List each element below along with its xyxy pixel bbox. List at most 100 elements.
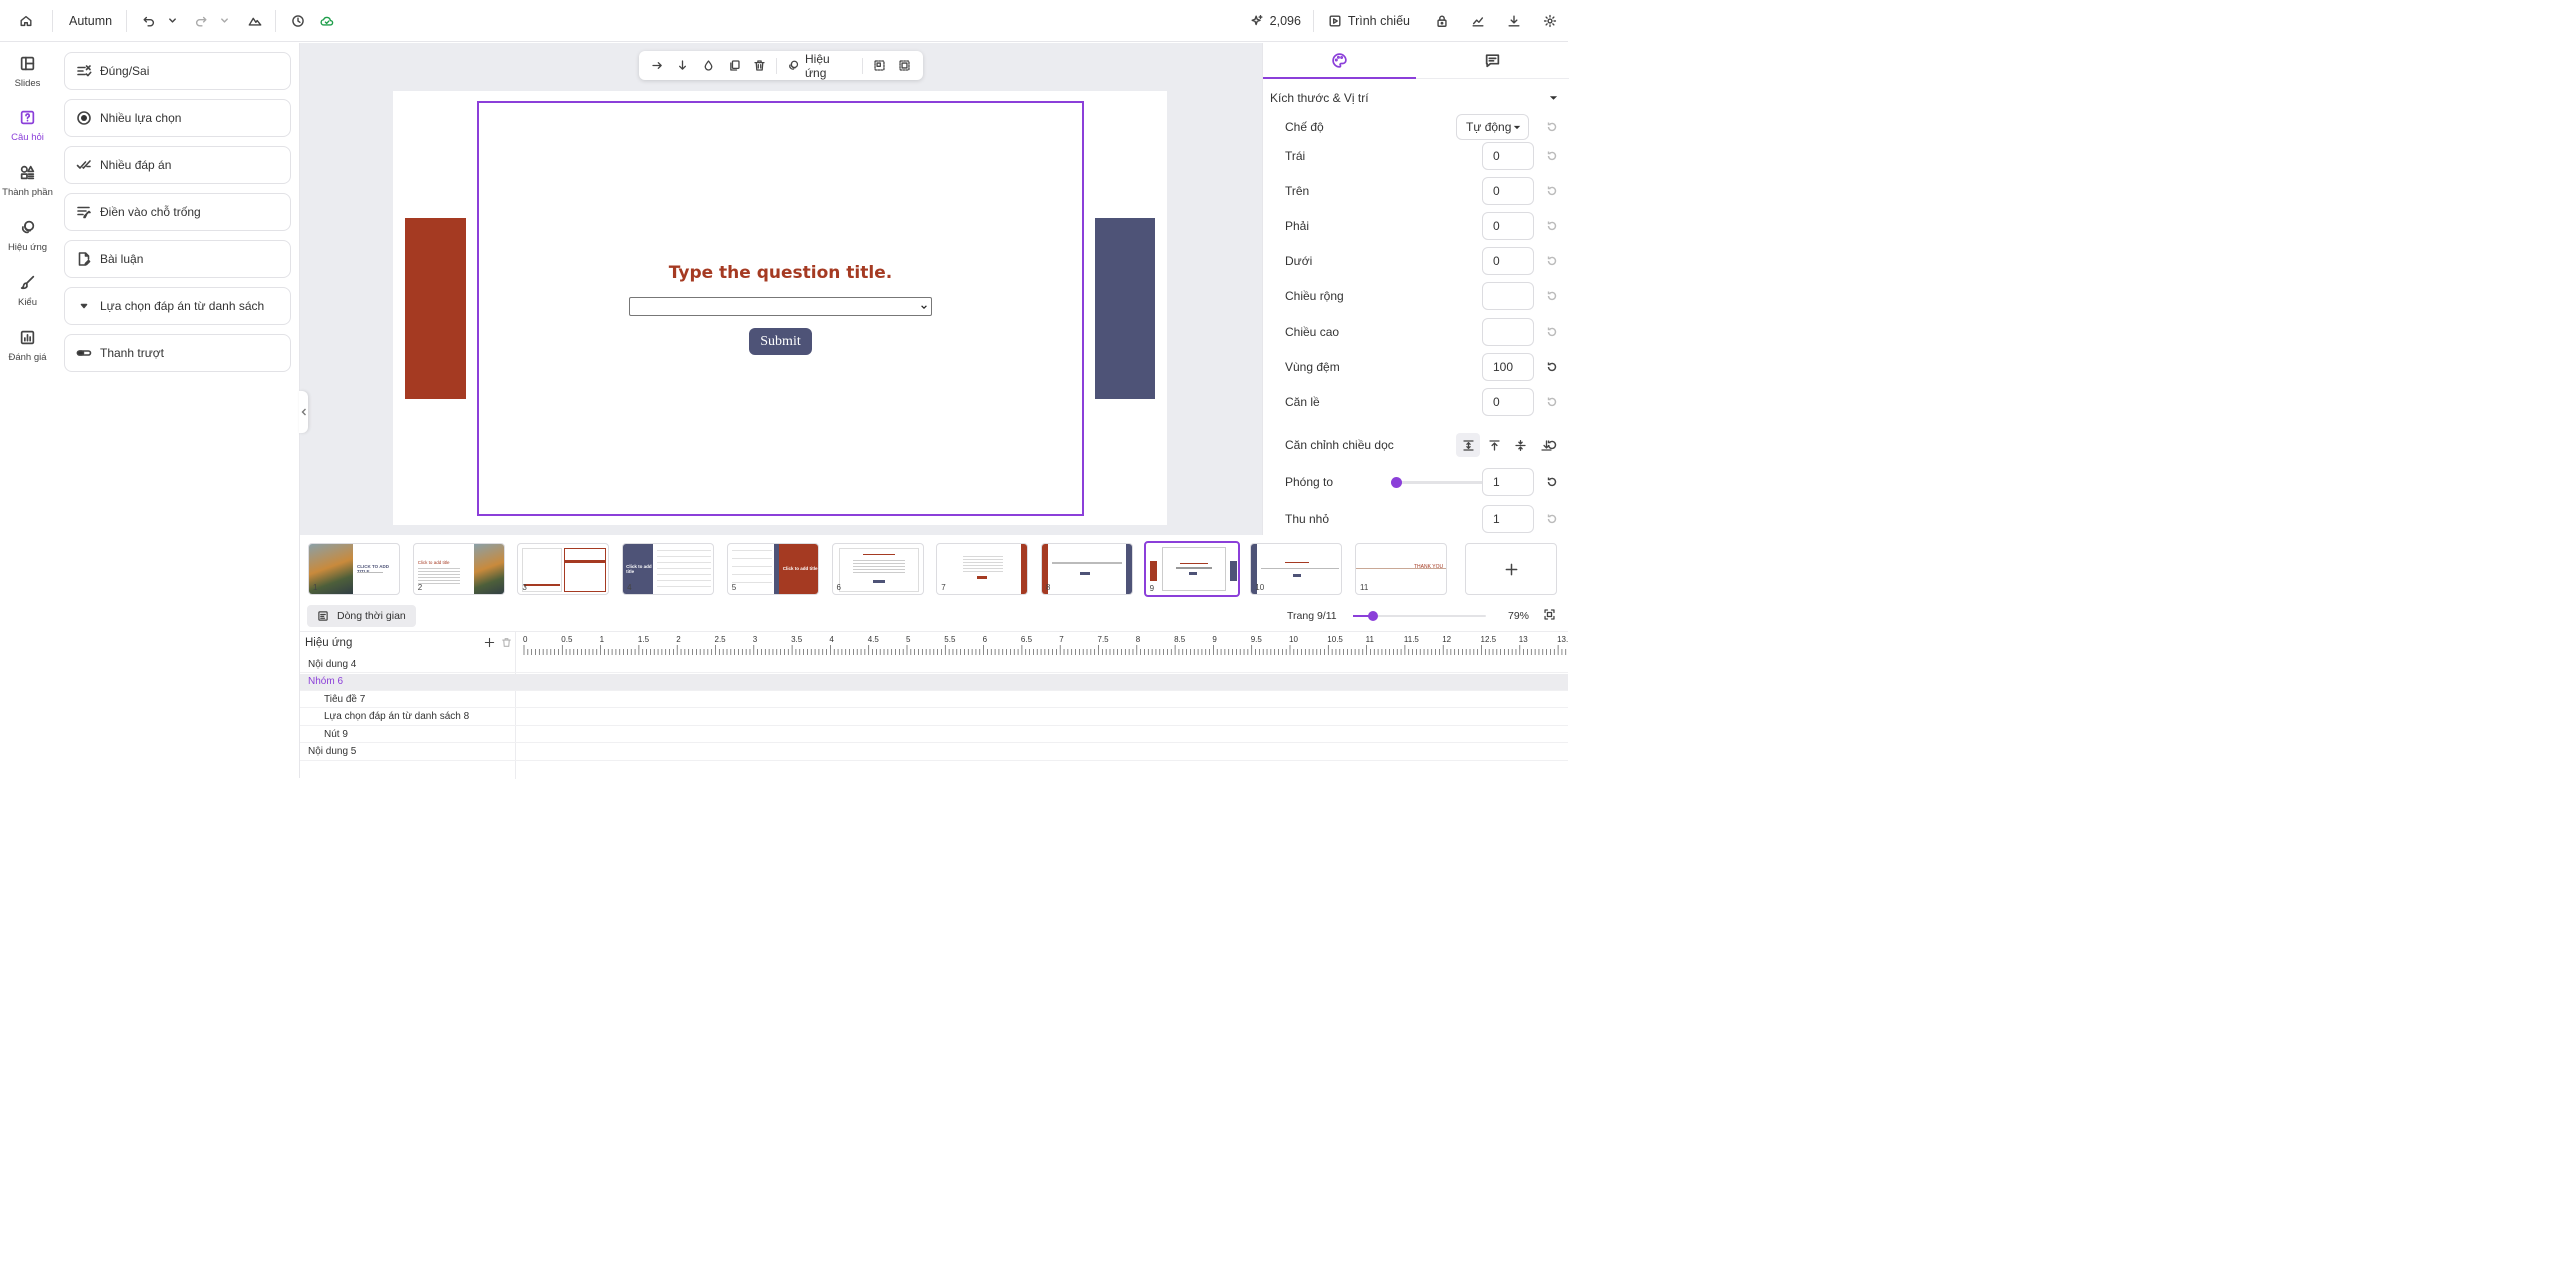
height-input[interactable] [1482,318,1534,346]
add-slide-button[interactable] [1465,543,1557,595]
history-button[interactable] [276,0,320,42]
rail-item-components[interactable]: Thành phần [0,164,55,198]
question-type-essay[interactable]: Bài luận [64,240,291,278]
settings-button[interactable] [1532,0,1568,42]
slide-thumbnail[interactable]: 9 [1143,541,1240,597]
reset-icon[interactable] [1546,326,1558,338]
duplicate-button[interactable] [722,54,747,78]
reset-icon[interactable] [1546,439,1558,451]
slide-thumbnail[interactable]: 3 [517,543,610,595]
reset-icon[interactable] [1546,396,1558,408]
valign-center-button[interactable] [1508,433,1532,457]
question-type-slider[interactable]: Thanh trượt [64,334,291,372]
right-accent-bar[interactable] [1095,218,1155,399]
present-button[interactable]: Trình chiếu [1314,0,1424,42]
time-ruler[interactable]: 0 0.5 1 1.5 2 2.5 3 3.5 4 4.5 5 5.5 6 6.5 7 7.5 8 8.5 9 9.5… [516,632,1568,656]
question-title[interactable]: Type the question title. [479,263,1082,283]
bottom-input[interactable]: 0 [1482,247,1534,275]
question-type-fill-blank[interactable]: Điền vào chỗ trống [64,193,291,231]
send-backward-button[interactable] [670,54,695,78]
download-button[interactable] [1496,0,1532,42]
right-input[interactable]: 0 [1482,212,1534,240]
left-accent-bar[interactable] [405,218,466,399]
slide-thumbnail[interactable]: 6 [831,543,924,595]
rail-item-questions[interactable]: Câu hỏi [0,109,55,143]
tab-comments[interactable] [1416,43,1569,79]
redo-button[interactable] [185,0,217,42]
undo-history-button[interactable] [165,0,179,42]
add-effect-button[interactable] [484,637,496,649]
question-type-multiple-response[interactable]: Nhiều đáp án [64,146,291,184]
project-name[interactable]: Autumn [53,14,126,28]
valign-top-button[interactable] [1482,433,1506,457]
timeline-layer-row[interactable]: Tiêu đề 7 [300,691,1568,708]
slider-thumb[interactable] [1367,611,1378,621]
padding-input[interactable]: 100 [1482,353,1534,381]
fit-to-screen-button[interactable] [1543,608,1557,622]
valign-stretch-button[interactable] [1456,433,1480,457]
delete-button[interactable] [747,54,772,78]
slide-thumbnail[interactable]: 8 [1040,543,1133,595]
question-type-multiple-choice[interactable]: Nhiều lựa chọn [64,99,291,137]
smart-resize-button[interactable] [235,0,275,42]
timeline-layer-row[interactable]: Nút 9 [300,726,1568,743]
mode-select[interactable]: Tự động [1456,114,1529,140]
reset-icon[interactable] [1546,513,1558,525]
timeline-toggle-button[interactable]: Dòng thời gian [307,605,416,627]
rail-item-slides[interactable]: Slides [0,55,55,89]
collapse-panel-handle[interactable] [299,391,308,433]
home-button[interactable] [0,0,52,42]
zoom-slider[interactable] [1353,611,1486,621]
slide-thumbnail[interactable]: 7 [936,543,1029,595]
undo-button[interactable] [133,0,165,42]
question-type-true-false[interactable]: Đúng/Sai [64,52,291,90]
slide-thumbnail[interactable]: THANK YOU 11 [1355,543,1447,595]
selected-group[interactable]: Type the question title. Submit [477,101,1084,516]
delete-effect-button[interactable] [501,637,513,649]
question-type-dropdown[interactable]: Lựa chọn đáp án từ danh sách [64,287,291,325]
zoom-out-input[interactable]: 1 [1482,505,1534,533]
timeline-layer-row[interactable]: Nội dung 4 [300,656,1568,673]
section-size-position[interactable]: Kích thước & Vị trí [1270,88,1568,108]
slide-thumbnail[interactable]: Click to add title 2 [412,543,505,595]
zoom-in-input[interactable]: 1 [1482,468,1534,496]
bring-forward-button[interactable] [645,54,670,78]
answer-dropdown[interactable] [629,297,932,316]
slide-thumbnail[interactable]: 10 [1250,543,1343,595]
lock-button[interactable] [1424,0,1460,42]
slide-thumbnail[interactable]: Click to add title 5 [726,543,819,595]
top-input[interactable]: 0 [1482,177,1534,205]
reset-icon[interactable] [1546,476,1558,488]
reset-icon[interactable] [1546,255,1558,267]
timeline-layer-row[interactable]: Nhóm 6 [300,673,1568,691]
timeline-layer-row[interactable]: Lựa chọn đáp án từ danh sách 8 [300,709,1568,726]
slide-canvas[interactable]: Type the question title. Submit [393,91,1167,525]
effects-button[interactable]: Hiệu ứng [781,52,859,80]
group-button[interactable] [892,54,917,78]
reset-icon[interactable] [1546,220,1558,232]
reset-icon[interactable] [1546,185,1558,197]
tab-design[interactable] [1263,43,1416,79]
cloud-sync-status[interactable] [320,0,334,42]
fill-color-button[interactable] [695,54,722,78]
width-input[interactable] [1482,282,1534,310]
slide-thumbnail[interactable]: Click to add title 4 [622,543,715,595]
rail-item-effects[interactable]: Hiệu ứng [0,219,55,253]
rail-item-style[interactable]: Kiểu [0,274,55,308]
zoom-in-slider[interactable] [1390,476,1488,488]
ai-credits-button[interactable]: 2,096 [1238,0,1313,42]
submit-button[interactable]: Submit [749,328,812,355]
reset-icon[interactable] [1546,290,1558,302]
reset-icon[interactable] [1546,150,1558,162]
reset-icon[interactable] [1546,121,1558,133]
analytics-button[interactable] [1460,0,1496,42]
margin-input[interactable]: 0 [1482,388,1534,416]
slide-thumbnail[interactable]: CLICK TO ADD TITLE1 [308,543,400,595]
timeline-layer-row[interactable]: Nội dung 5 [300,744,1568,761]
redo-history-button[interactable] [217,0,231,42]
reset-icon[interactable] [1546,361,1558,373]
left-input[interactable]: 0 [1482,142,1534,170]
ungroup-button[interactable] [867,54,892,78]
slider-thumb[interactable] [1390,476,1402,488]
rail-item-assessment[interactable]: Đánh giá [0,329,55,363]
